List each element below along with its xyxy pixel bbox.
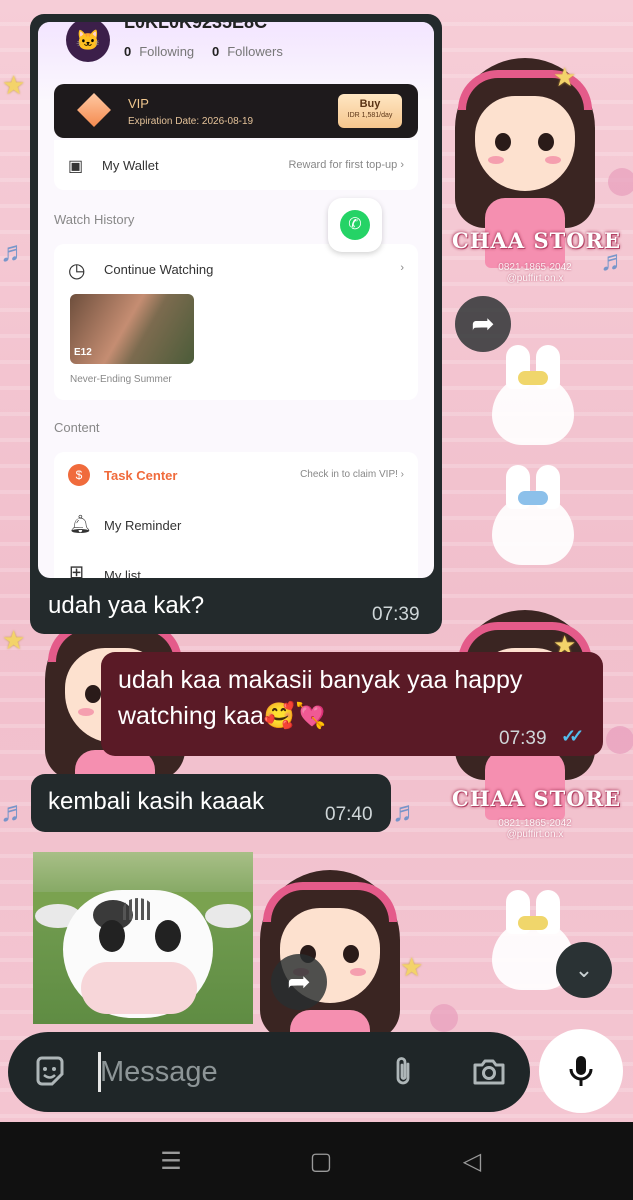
- message-input[interactable]: [100, 1050, 370, 1094]
- profile-username: L0KL0K9235E8C: [124, 22, 268, 32]
- voice-record-button[interactable]: [539, 1029, 623, 1113]
- diamond-icon: [77, 93, 111, 127]
- wallpaper-music-note: ♬: [0, 796, 28, 827]
- system-navigation-bar: ☰ ▢ ◁: [0, 1122, 633, 1200]
- mic-icon: [569, 1056, 593, 1086]
- camera-icon: [473, 1059, 505, 1085]
- shared-app-screenshot[interactable]: 🐱 L0KL0K9235E8C 0 Following 0 Followers VI…: [38, 22, 434, 578]
- task-center-label: Task Center: [104, 468, 178, 483]
- forward-button[interactable]: ➦: [271, 954, 327, 1010]
- cow-sticker[interactable]: [33, 852, 253, 1024]
- vip-card: VIP Expiration Date: 2026-08-19 Buy IDR …: [54, 84, 418, 138]
- whatsapp-icon: ✆: [340, 210, 370, 240]
- task-center-hint: Check in to claim VIP! ›: [300, 469, 404, 480]
- message-time: 07:39: [499, 728, 547, 749]
- wallpaper-music-note: ♬: [0, 236, 28, 267]
- wallpaper-heart: [606, 726, 633, 754]
- add-list-icon: ⊞: [69, 562, 85, 578]
- bell-icon: 🔔︎: [69, 514, 92, 534]
- home-button[interactable]: ▢: [307, 1148, 335, 1176]
- mylist-label: My list: [104, 568, 141, 578]
- vip-expiration: Expiration Date: 2026-08-19: [128, 116, 254, 127]
- wallpaper-star: ★: [2, 625, 26, 655]
- vip-buy-button: Buy IDR 1,581/day: [338, 94, 402, 128]
- wallpaper-store-logo: CHAA STORE: [452, 228, 621, 253]
- watch-history-title: Watch History: [54, 212, 135, 227]
- episode-label: E12: [74, 347, 92, 358]
- following-stat: 0 Following: [124, 44, 195, 59]
- attach-button[interactable]: [386, 1054, 422, 1090]
- read-ticks-icon: ✓✓: [561, 726, 584, 746]
- outgoing-message[interactable]: udah kaa makasii banyak yaa happy watchi…: [101, 652, 603, 756]
- content-card: $ Task Center Check in to claim VIP! › 🔔…: [54, 452, 418, 578]
- vip-title: VIP: [128, 96, 149, 111]
- forward-icon: ➦: [287, 966, 311, 997]
- content-title: Content: [54, 420, 100, 435]
- forward-button[interactable]: ➦: [455, 296, 511, 352]
- back-button[interactable]: ◁: [458, 1148, 486, 1176]
- continue-watching-label: Continue Watching: [104, 262, 214, 277]
- message-time: 07:40: [325, 804, 373, 825]
- wallet-row: ▣ My Wallet Reward for first top-up ›: [54, 140, 418, 190]
- message-composer: [8, 1032, 530, 1112]
- wallpaper-phone: 0821-1865-2042 @puffirt.on.x: [498, 262, 572, 284]
- wallet-label: My Wallet: [102, 158, 159, 173]
- camera-button[interactable]: [470, 1054, 508, 1090]
- incoming-message[interactable]: kembali kasih kaaak 07:40: [31, 774, 391, 832]
- wallpaper-star: ★: [400, 952, 424, 982]
- chevron-right-icon: ›: [400, 262, 404, 274]
- attach-icon: [396, 1057, 410, 1085]
- message-text: udah kaa makasii banyak yaa happy watchi…: [118, 666, 523, 730]
- double-chevron-down-icon: ⌄: [574, 957, 594, 982]
- reminder-label: My Reminder: [104, 518, 182, 533]
- wallpaper-heart: [608, 168, 633, 196]
- wallpaper-heart: [430, 1004, 458, 1032]
- task-center-icon: $: [68, 464, 90, 486]
- wallpaper-bunny: [492, 465, 574, 565]
- sticker-button[interactable]: [32, 1054, 68, 1090]
- wallpaper-bunny: [492, 345, 574, 445]
- wallpaper-phone: 0821-1865-2042 @puffirt.on.x: [498, 818, 572, 840]
- followers-stat: 0 Followers: [212, 44, 283, 59]
- clock-icon: ◷: [68, 260, 86, 282]
- wallet-icon: ▣: [68, 158, 84, 175]
- whatsapp-floating-icon: ✆: [328, 198, 382, 252]
- wallpaper-music-note: ♬: [600, 245, 628, 276]
- show-title: Never-Ending Summer: [70, 374, 172, 385]
- wallet-hint: Reward for first top-up ›: [288, 159, 404, 171]
- cow-head: [63, 890, 213, 1018]
- wallpaper-star: ★: [2, 70, 26, 100]
- wallpaper-star: ★: [553, 62, 577, 92]
- message-text: udah yaa kak?: [48, 592, 205, 619]
- sticker-icon: [36, 1056, 64, 1086]
- message-text: kembali kasih kaaak: [48, 788, 265, 815]
- wallpaper-music-note: ♬: [392, 796, 420, 827]
- episode-thumbnail: E12: [70, 294, 194, 364]
- message-time: 07:39: [372, 604, 420, 625]
- forward-icon: ➦: [471, 308, 495, 339]
- wallpaper-store-logo: CHAA STORE: [452, 786, 621, 811]
- recent-apps-button[interactable]: ☰: [157, 1148, 185, 1176]
- cow-ear: [205, 904, 251, 928]
- scroll-to-bottom-button[interactable]: ⌄: [556, 942, 612, 998]
